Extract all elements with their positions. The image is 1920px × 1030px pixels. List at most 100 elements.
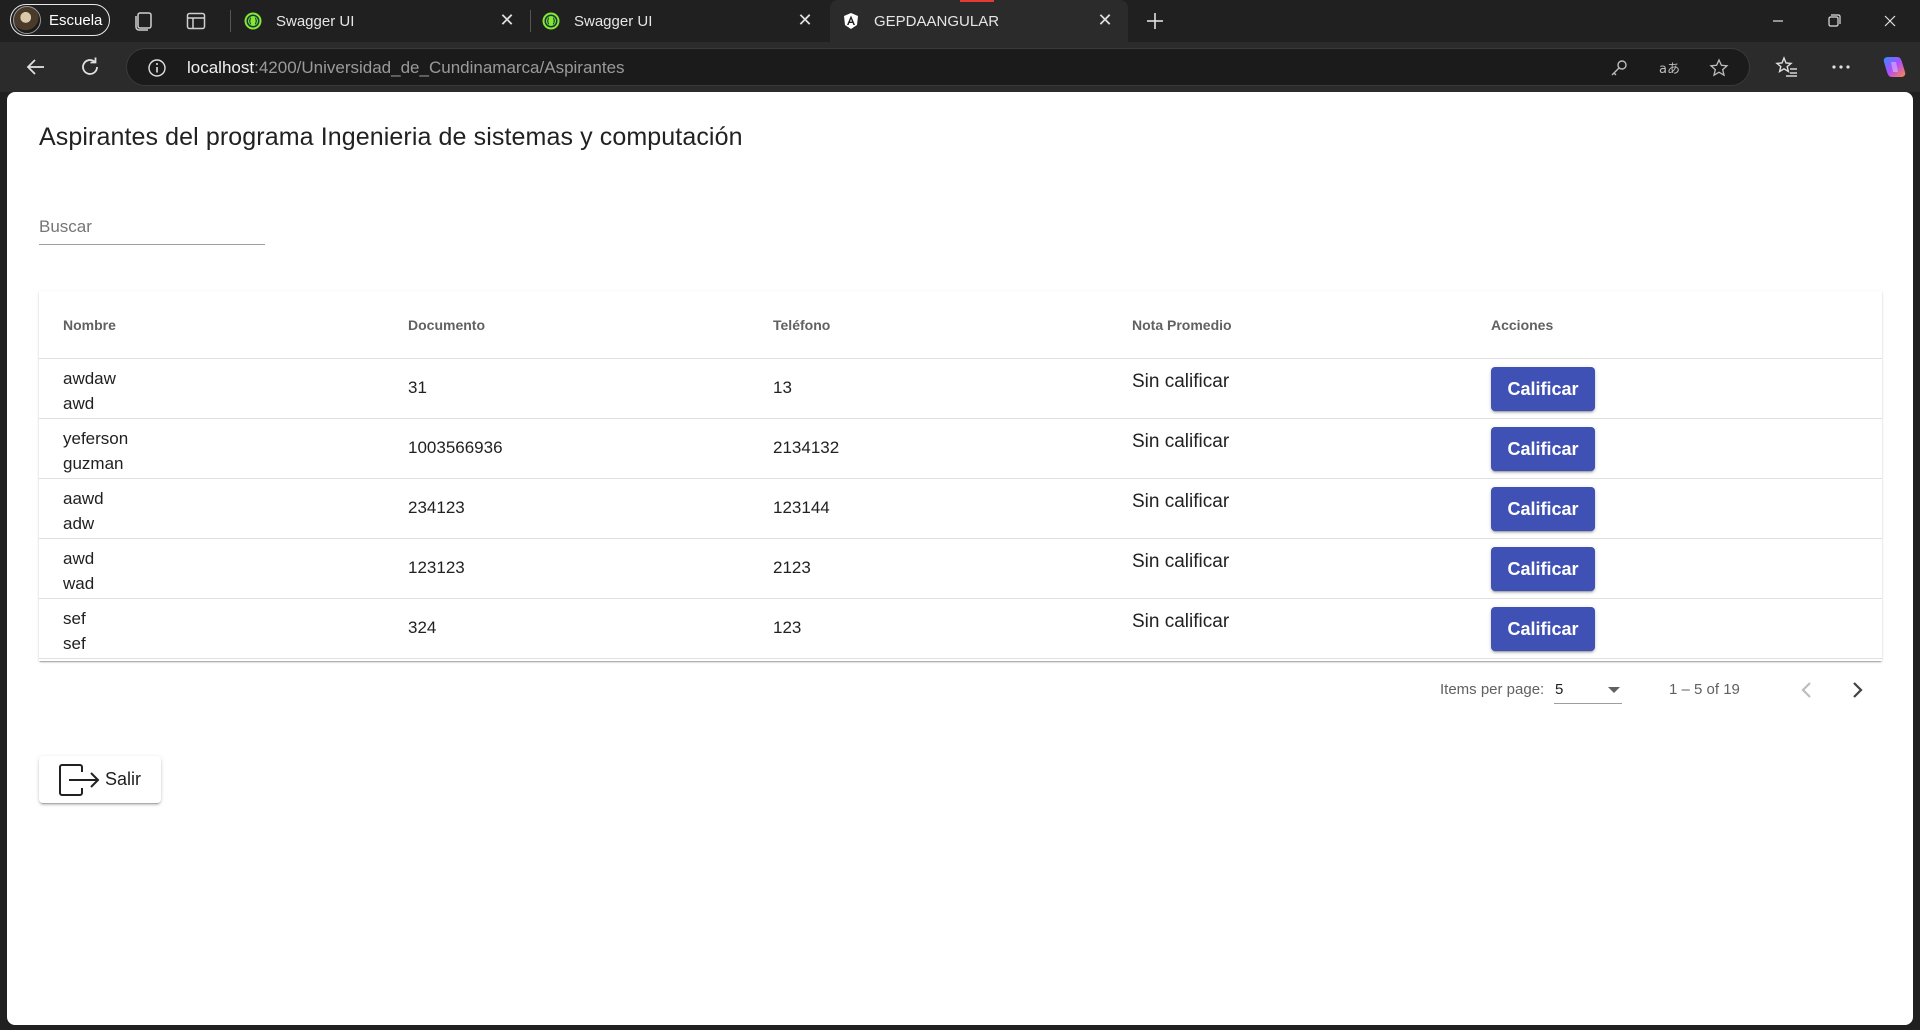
- tab-swagger-1[interactable]: Swagger UI ✕: [232, 0, 530, 42]
- calificar-button[interactable]: Calificar: [1491, 367, 1595, 411]
- calificar-button[interactable]: Calificar: [1491, 607, 1595, 651]
- swagger-icon: [244, 12, 262, 30]
- cell-nota-promedio: Sin calificar: [1132, 551, 1230, 572]
- page-viewport: Aspirantes del programa Ingenieria de si…: [7, 92, 1913, 1025]
- profile-button[interactable]: Escuela: [10, 4, 110, 36]
- cell-nombre: awdaw awd: [63, 366, 116, 416]
- calificar-button[interactable]: Calificar: [1491, 487, 1595, 531]
- header-documento: Documento: [408, 317, 485, 333]
- nombre-line: sef: [63, 609, 86, 628]
- header-nombre: Nombre: [63, 317, 116, 333]
- search-input[interactable]: [39, 212, 265, 242]
- next-page-icon[interactable]: [1842, 675, 1872, 705]
- profile-label: Escuela: [49, 11, 103, 29]
- cell-nota-promedio: Sin calificar: [1132, 491, 1230, 512]
- swagger-icon: [542, 12, 560, 30]
- cell-nota-promedio: Sin calificar: [1132, 431, 1230, 452]
- apellido-line: awd: [63, 394, 95, 413]
- salir-button[interactable]: Salir: [39, 756, 161, 803]
- cell-documento: 123123: [408, 558, 465, 577]
- tab-swagger-2[interactable]: Swagger UI ✕: [530, 0, 828, 42]
- restore-icon[interactable]: [1820, 8, 1848, 34]
- header-acciones: Acciones: [1491, 317, 1554, 333]
- apellido-line: adw: [63, 514, 95, 533]
- profile-avatar: [13, 6, 41, 34]
- page-size-value: 5: [1555, 681, 1564, 698]
- table-row: awdaw awd 31 13 Sin calificar Calificar: [39, 359, 1882, 419]
- back-arrow-icon[interactable]: [22, 53, 50, 81]
- page-range-label: 1 – 5 of 19: [1669, 681, 1740, 698]
- table-row: aawd adw 234123 123144 Sin calificar Cal…: [39, 479, 1882, 539]
- cell-nombre: yeferson guzman: [63, 426, 128, 476]
- nombre-line: yeferson: [63, 429, 129, 448]
- header-nota-promedio: Nota Promedio: [1132, 317, 1232, 333]
- minimize-icon[interactable]: [1764, 8, 1792, 34]
- svg-text:aあ: aあ: [1659, 62, 1679, 77]
- site-info-icon[interactable]: [147, 58, 167, 78]
- favorite-star-icon[interactable]: [1709, 58, 1729, 78]
- page-title: Aspirantes del programa Ingenieria de si…: [39, 123, 743, 151]
- url-path: :4200/Universidad_de_Cundinamarca/Aspira…: [254, 58, 625, 77]
- dropdown-arrow-icon: [1608, 687, 1620, 693]
- address-bar[interactable]: localhost:4200/Universidad_de_Cundinamar…: [126, 48, 1750, 86]
- search-field: [39, 212, 265, 245]
- table-row: awd wad 123123 2123 Sin calificar Califi…: [39, 539, 1882, 599]
- cell-documento: 324: [408, 618, 437, 637]
- logout-icon: [59, 763, 100, 796]
- tab-title: GEPDAANGULAR: [874, 12, 1000, 30]
- cell-documento: 234123: [408, 498, 465, 517]
- cell-nombre: aawd adw: [63, 486, 104, 536]
- cell-nombre: sef sef: [63, 606, 86, 656]
- header-telefono: Teléfono: [773, 317, 831, 333]
- tab-separator: [230, 10, 231, 32]
- cell-telefono: 123144: [773, 498, 830, 517]
- cell-telefono: 13: [773, 378, 792, 397]
- url-text[interactable]: localhost:4200/Universidad_de_Cundinamar…: [187, 58, 625, 78]
- cell-nota-promedio: Sin calificar: [1132, 371, 1230, 392]
- cell-documento: 1003566936: [408, 438, 503, 457]
- aspirantes-table: Nombre Documento Teléfono Nota Promedio …: [39, 291, 1882, 661]
- angular-icon: [844, 13, 858, 29]
- close-window-icon[interactable]: [1876, 8, 1904, 34]
- url-host: localhost: [187, 58, 255, 77]
- nombre-line: awd: [63, 549, 95, 568]
- paginator: Items per page: 5 1 – 5 of 19: [39, 661, 1882, 721]
- table-row: sef sef 324 123 Sin calificar Calificar: [39, 599, 1882, 659]
- calificar-button[interactable]: Calificar: [1491, 547, 1595, 591]
- close-tab-icon[interactable]: ✕: [796, 11, 814, 29]
- close-tab-icon[interactable]: ✕: [1096, 11, 1114, 29]
- cell-nota-promedio: Sin calificar: [1132, 611, 1230, 632]
- favorites-icon[interactable]: [1775, 55, 1799, 79]
- page-size-select[interactable]: 5: [1554, 677, 1622, 704]
- table-header: Nombre Documento Teléfono Nota Promedio …: [39, 291, 1882, 359]
- cell-telefono: 2134132: [773, 438, 840, 457]
- apellido-line: sef: [63, 634, 86, 653]
- cell-telefono: 123: [773, 618, 802, 637]
- cell-telefono: 2123: [773, 558, 811, 577]
- nombre-line: awdaw: [63, 369, 116, 388]
- tab-title: Swagger UI: [276, 12, 355, 30]
- tab-gepdaangular[interactable]: GEPDAANGULAR ✕: [830, 0, 1128, 42]
- close-tab-icon[interactable]: ✕: [498, 11, 516, 29]
- previous-page-icon[interactable]: [1792, 675, 1822, 705]
- workspaces-icon[interactable]: [132, 9, 156, 33]
- calificar-button[interactable]: Calificar: [1491, 427, 1595, 471]
- more-options-icon[interactable]: [1829, 55, 1853, 79]
- browser-tab-bar: Escuela Swagger UI ✕ Swagger UI ✕ GEPDAA…: [0, 0, 1920, 42]
- refresh-icon[interactable]: [76, 53, 104, 81]
- items-per-page-label: Items per page:: [1440, 681, 1545, 698]
- browser-toolbar: localhost:4200/Universidad_de_Cundinamar…: [0, 42, 1920, 92]
- apellido-line: guzman: [63, 454, 124, 473]
- new-tab-icon[interactable]: [1143, 9, 1167, 33]
- salir-label: Salir: [105, 769, 142, 789]
- copilot-icon[interactable]: [1880, 53, 1908, 81]
- translate-icon[interactable]: aあ: [1659, 58, 1679, 78]
- vertical-tabs-icon[interactable]: [184, 9, 208, 33]
- apellido-line: wad: [63, 574, 95, 593]
- table-row: yeferson guzman 1003566936 2134132 Sin c…: [39, 419, 1882, 479]
- key-icon[interactable]: [1609, 58, 1629, 78]
- cell-nombre: awd wad: [63, 546, 94, 596]
- nombre-line: aawd: [63, 489, 104, 508]
- cell-documento: 31: [408, 378, 427, 397]
- tab-title: Swagger UI: [574, 12, 653, 30]
